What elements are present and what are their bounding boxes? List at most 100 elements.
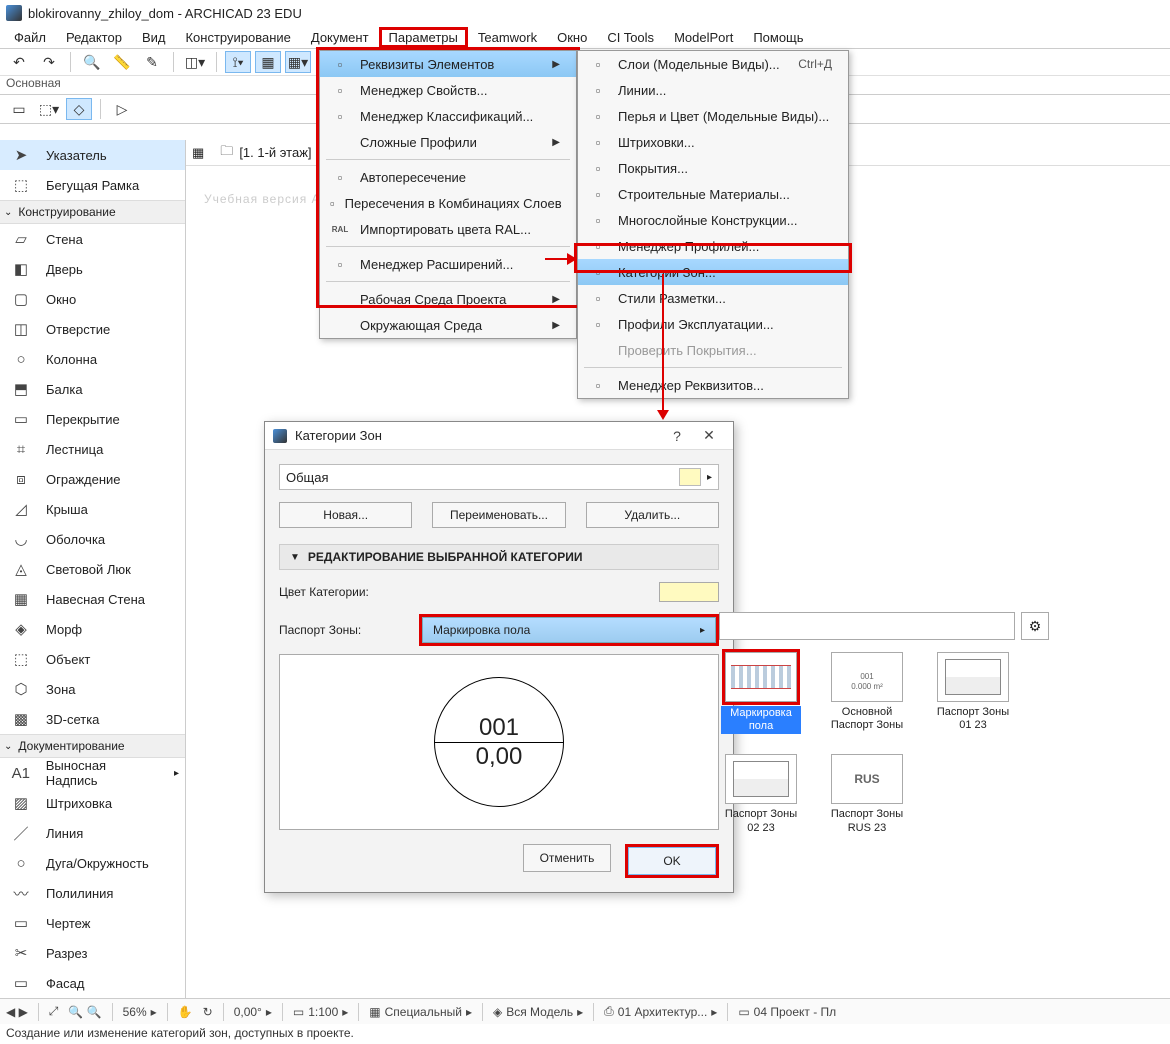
menu-ci tools[interactable]: CI Tools [597,28,664,47]
picker-search[interactable] [719,612,1015,640]
guides-icon[interactable]: ◫▾ [182,51,208,73]
menuitem--[interactable]: ▫Менеджер Профилей... [578,233,848,259]
tool-marquee[interactable]: ⬚ Бегущая Рамка [0,170,185,200]
menu-параметры[interactable]: Параметры [379,27,468,48]
rename-button[interactable]: Переименовать... [432,502,565,528]
tool-arrow[interactable]: ➤ Указатель [0,140,185,170]
tool-Разрез[interactable]: ✂Разрез [0,938,185,968]
tool-Штриховка[interactable]: ▨Штриховка [0,788,185,818]
zoom-icon[interactable]: 🔍 [79,51,105,73]
toolbox-group-doc[interactable]: ⌄Документирование [0,734,185,758]
tool-Отверстие[interactable]: ◫Отверстие [0,314,185,344]
picker-item--RUS-23[interactable]: RUSПаспорт Зоны RUS 23 [827,754,907,834]
toolbox-group-design[interactable]: ⌄Конструирование [0,200,185,224]
geom-btn-2[interactable]: ⬚▾ [36,98,62,120]
menuitem--[interactable]: Сложные Профили▶ [320,129,576,155]
zone-stamp-selector[interactable]: Маркировка пола ▸ [422,617,716,643]
tool-Перекрытие[interactable]: ▭Перекрытие [0,404,185,434]
pan-icon[interactable]: ✋ [178,1005,193,1019]
tool-Полилиния[interactable]: 〰Полилиния [0,878,185,908]
menuitem--[interactable]: ▫Пересечения в Комбинациях Слоев [320,190,576,216]
menuitem--[interactable]: ▫Многослойные Конструкции... [578,207,848,233]
layout-value[interactable]: ▭ 04 Проект - Пл [738,1005,836,1019]
tool-Выносная Надпись[interactable]: A1Выносная Надпись▸ [0,758,185,788]
color-swatch[interactable] [659,582,719,602]
menuitem--[interactable]: ▫Строительные Материалы... [578,181,848,207]
menu-modelport[interactable]: ModelPort [664,28,743,47]
menuitem--[interactable]: Рабочая Среда Проекта▶ [320,286,576,312]
menu-документ[interactable]: Документ [301,28,379,47]
tool-Колонна[interactable]: ○Колонна [0,344,185,374]
menuitem--[interactable]: ▫Автопересечение [320,164,576,190]
scale-value[interactable]: ▭ 1:100 ▸ [293,1005,348,1019]
menu-teamwork[interactable]: Teamwork [468,28,547,47]
ok-button[interactable]: OK [628,847,716,875]
geom-btn-1[interactable]: ▭ [6,98,32,120]
delete-button[interactable]: Удалить... [586,502,719,528]
tool-Чертеж[interactable]: ▭Чертеж [0,908,185,938]
redo-button[interactable]: ↷ [36,51,62,73]
tool-Зона[interactable]: ⬡Зона [0,674,185,704]
tool-Линия[interactable]: ／Линия [0,818,185,848]
menuitem--[interactable]: ▫Менеджер Свойств... [320,77,576,103]
picker-item--01-23[interactable]: Паспорт Зоны 01 23 [933,652,1013,734]
tool-Дверь[interactable]: ◧Дверь [0,254,185,284]
menuitem--[interactable]: ▫Линии... [578,77,848,103]
menuitem--[interactable]: ▫Реквизиты Элементов▶ [320,51,576,77]
tool-Балка[interactable]: ⬒Балка [0,374,185,404]
menuitem--[interactable]: ▫Категории Зон... [578,259,848,285]
tool-Оболочка[interactable]: ◡Оболочка [0,524,185,554]
tool-Стена[interactable]: ▱Стена [0,224,185,254]
section-header[interactable]: ▼ РЕДАКТИРОВАНИЕ ВЫБРАННОЙ КАТЕГОРИИ [279,544,719,570]
tool-Навесная Стена[interactable]: ▦Навесная Стена [0,584,185,614]
menu-вид[interactable]: Вид [132,28,176,47]
menuitem--[interactable]: ▫Менеджер Реквизитов... [578,372,848,398]
tool-Лестница[interactable]: ⌗Лестница [0,434,185,464]
picker-item--02-23[interactable]: Паспорт Зоны 02 23 [721,754,801,834]
tool-Окно[interactable]: ▢Окно [0,284,185,314]
category-name-field[interactable]: Общая ▸ [279,464,719,490]
tool-Фасад[interactable]: ▭Фасад [0,968,185,998]
grid-icon[interactable]: ▦ [192,145,204,161]
nav-buttons[interactable]: ◀ ▶ [6,1005,28,1019]
undo-button[interactable]: ↶ [6,51,32,73]
menu-файл[interactable]: Файл [4,28,56,47]
grid-dropdown-icon[interactable]: ▦▾ [285,51,311,73]
tool-3D-сетка[interactable]: ▩3D-сетка [0,704,185,734]
grid-snap-icon[interactable]: ▦ [255,51,281,73]
orbit-icon[interactable]: ↻ [203,1005,213,1019]
cursor-btn[interactable]: ▷ [109,98,135,120]
angle-value[interactable]: 0,00° ▸ [234,1005,272,1019]
tool-Объект[interactable]: ⬚Объект [0,644,185,674]
menuitem--[interactable]: ▫Перья и Цвет (Модельные Виды)... [578,103,848,129]
zoom-value[interactable]: 56% ▸ [123,1005,157,1019]
menuitem--[interactable]: ▫Менеджер Классификаций... [320,103,576,129]
picker-settings-button[interactable]: ⚙ [1021,612,1049,640]
layers-value[interactable]: ◈ Вся Модель ▸ [493,1005,583,1019]
close-button[interactable]: ✕ [693,425,725,447]
tab-floorplan[interactable]: 🗀 [1. 1-й этаж] [212,140,319,166]
tool-Крыша[interactable]: ◿Крыша [0,494,185,524]
eyedropper-icon[interactable]: ✎ [139,51,165,73]
menuitem--[interactable]: Окружающая Среда▶ [320,312,576,338]
menuitem--[interactable]: ▫Стили Разметки... [578,285,848,311]
menu-помощь[interactable]: Помощь [743,28,813,47]
mvo-value[interactable]: ▦ Специальный ▸ [369,1005,472,1019]
help-button[interactable]: ? [661,425,693,447]
menuitem--[interactable]: ▫Менеджер Расширений... [320,251,576,277]
picker-search-input[interactable] [720,613,1014,639]
tool-Морф[interactable]: ◈Морф [0,614,185,644]
menu-окно[interactable]: Окно [547,28,597,47]
snap-icon[interactable]: ⟟▾ [225,51,251,73]
menu-конструирование[interactable]: Конструирование [175,28,300,47]
measure-icon[interactable]: 📏 [109,51,135,73]
view-value[interactable]: ⎙ 01 Архитектур... ▸ [604,1004,717,1019]
fit-button[interactable]: ⤢ [49,1004,59,1019]
menuitem--[interactable]: ▫Штриховки... [578,129,848,155]
tool-Дуга/Окружность[interactable]: ○Дуга/Окружность [0,848,185,878]
tool-Световой Люк[interactable]: ◬Световой Люк [0,554,185,584]
menuitem--[interactable]: ▫Покрытия... [578,155,848,181]
menuitem--[interactable]: ▫Слои (Модельные Виды)...Ctrl+Д [578,51,848,77]
geom-btn-3[interactable]: ◇ [66,98,92,120]
menuitem--[interactable]: ▫Профили Эксплуатации... [578,311,848,337]
